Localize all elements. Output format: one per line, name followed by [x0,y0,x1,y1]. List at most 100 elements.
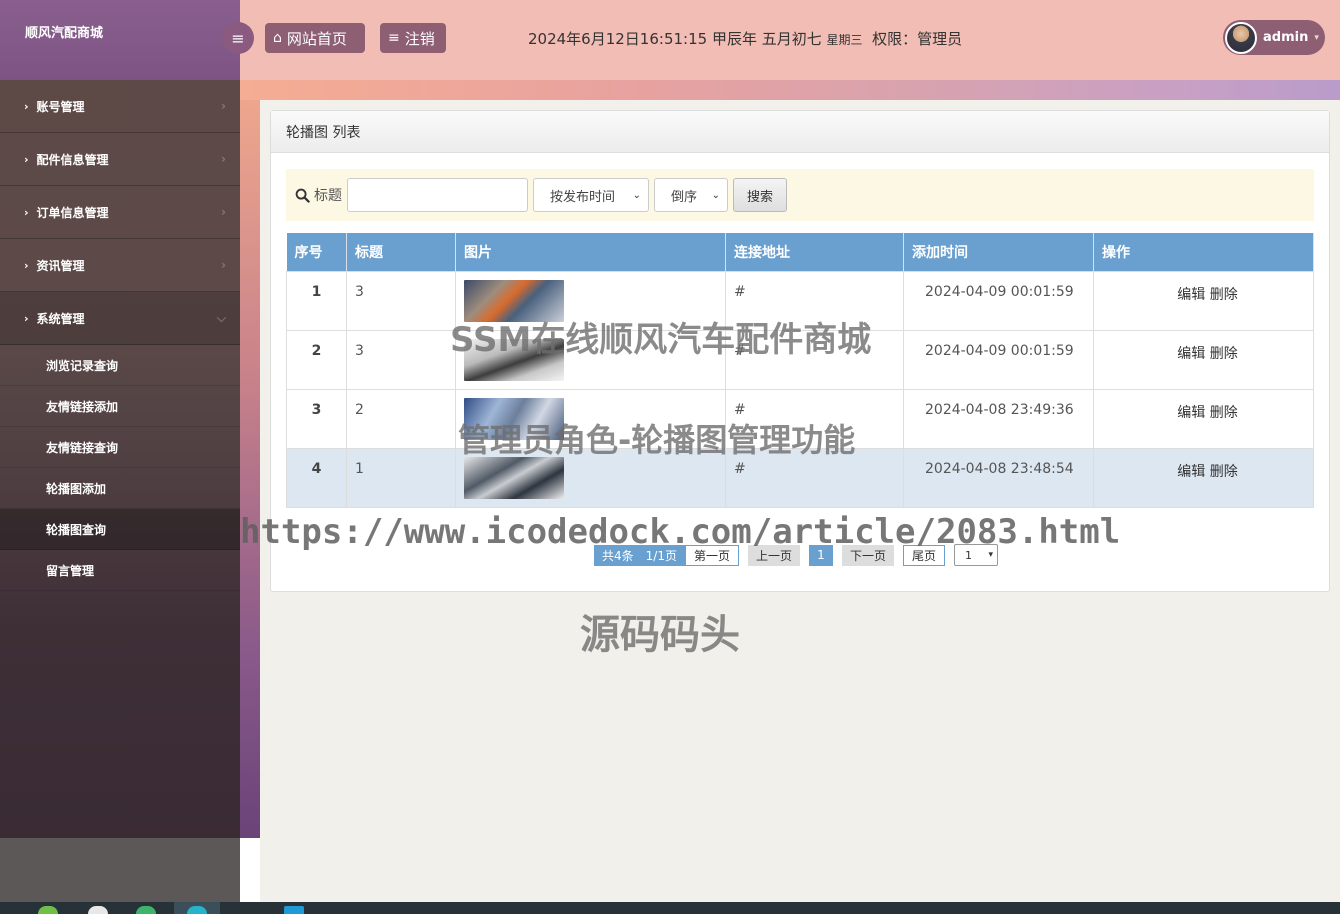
brand-title: 顺风汽配商城 [0,0,240,80]
col-header-ops: 操作 [1093,233,1314,271]
user-menu[interactable]: admin ▾ [1223,20,1325,55]
app-icon[interactable] [187,906,207,914]
chevron-right-icon: › [24,152,29,166]
avatar [1225,21,1257,54]
sidebar-item-account[interactable]: › 账号管理 › [0,80,240,133]
logout-button[interactable]: ≡ 注销 [380,23,446,53]
sort-field-value: 按发布时间 [550,189,616,205]
app-icon[interactable] [136,906,156,914]
sidebar-subitem-browse-history[interactable]: 浏览记录查询 [0,345,240,386]
sidebar-subitem-carousel-add[interactable]: 轮播图添加 [0,468,240,509]
cell-link: # [725,270,904,331]
sidebar-subitem-link-query[interactable]: 友情链接查询 [0,427,240,468]
cell-title: 3 [346,270,456,331]
sort-order-select[interactable]: 倒序 ⌄ [654,178,728,212]
cell-title: 3 [346,329,456,390]
panel-title: 轮播图 列表 [271,111,1329,153]
sidebar-item-news[interactable]: › 资讯管理 › [0,239,240,292]
sidebar-item-parts[interactable]: › 配件信息管理 › [0,133,240,186]
list-icon: ≡ [388,30,400,46]
carousel-table: 序号 标题 图片 连接地址 添加时间 操作 1 3 # 2024-04-09 0… [286,233,1314,508]
watermark-source: 源码码头 [580,612,740,658]
cell-num: 4 [286,447,347,508]
sidebar-subitem-carousel-query[interactable]: 轮播图查询 [0,509,240,550]
pager-prev-button[interactable]: 上一页 [747,544,800,566]
cell-ops: 编辑 删除 [1093,270,1314,331]
delete-link[interactable]: 删除 [1210,405,1238,421]
pagination: 共4条 1/1页 第一页 上一页 1 下一页 尾页 1 ▾ [594,544,999,566]
table-row: 4 1 # 2024-04-08 23:48:54 编辑 删除 [286,447,1314,508]
delete-link[interactable]: 删除 [1210,346,1238,362]
cell-ops: 编辑 删除 [1093,447,1314,508]
datetime-text: 2024年6月12日16:51:15 甲辰年 五月初七 [528,30,822,48]
cell-time: 2024-04-09 00:01:59 [903,329,1094,390]
sidebar-subitem-link-add[interactable]: 友情链接添加 [0,386,240,427]
sidebar-subitem-messages[interactable]: 留言管理 [0,550,240,591]
cell-image [455,447,726,508]
app-icon[interactable] [284,906,304,914]
edit-link[interactable]: 编辑 [1177,405,1205,421]
list-panel: 轮播图 列表 标题 按发布时间 ⌄ 倒序 ⌄ 搜索 序号 标题 图片 连接地址 … [270,110,1330,592]
edit-link[interactable]: 编辑 [1177,346,1205,362]
search-label-text: 标题 [314,188,342,204]
sidebar-item-label: 系统管理 [36,311,85,326]
cell-num: 1 [286,270,347,331]
col-header-num: 序号 [286,233,347,271]
sidebar-item-label: 账号管理 [36,99,85,114]
edit-link[interactable]: 编辑 [1177,464,1205,480]
search-button[interactable]: 搜索 [733,178,787,212]
cell-title: 2 [346,388,456,449]
chevron-right-icon: › [221,258,226,272]
menu-toggle-icon[interactable]: ≡ [222,22,254,54]
pager-next-button[interactable]: 下一页 [841,544,894,566]
role-text: 权限：管理员 [872,30,963,48]
col-header-image: 图片 [455,233,726,271]
carousel-thumbnail[interactable] [464,279,564,322]
home-icon: ⌂ [273,30,282,46]
col-header-link: 连接地址 [725,233,904,271]
table-header-row: 序号 标题 图片 连接地址 添加时间 操作 [286,233,1314,271]
cell-time: 2024-04-09 00:01:59 [903,270,1094,331]
cell-link: # [725,329,904,390]
pager-first-button[interactable]: 第一页 [684,544,739,566]
header-info: 2024年6月12日16:51:15 甲辰年 五月初七 星期三 权限：管理员 [528,28,962,49]
cell-image [455,270,726,331]
cell-image [455,388,726,449]
pager-select-value: 1 [965,548,973,562]
username: admin [1263,30,1309,45]
carousel-thumbnail[interactable] [464,338,564,381]
delete-link[interactable]: 删除 [1210,464,1238,480]
sidebar-item-system[interactable]: › 系统管理 ⌵ [0,292,240,345]
sort-order-value: 倒序 [671,189,698,205]
search-input[interactable] [347,178,528,212]
chevron-right-icon: › [221,99,226,113]
cell-time: 2024-04-08 23:49:36 [903,388,1094,449]
chevron-right-icon: › [24,99,29,113]
home-button[interactable]: ⌂ 网站首页 [265,23,365,53]
logout-button-label: 注销 [404,29,435,48]
chevron-down-icon: ▾ [988,550,994,560]
chevron-down-icon: ⌄ [632,189,641,201]
pager-page-select[interactable]: 1 ▾ [954,544,999,566]
decorative-strip [240,80,260,838]
table-row: 1 3 # 2024-04-09 00:01:59 编辑 删除 [286,270,1314,331]
sidebar: 顺风汽配商城 › 账号管理 › › 配件信息管理 › › 订单信息管理 › › … [0,0,240,838]
app-icon[interactable] [38,906,58,914]
table-row: 2 3 # 2024-04-09 00:01:59 编辑 删除 [286,329,1314,390]
sort-field-select[interactable]: 按发布时间 ⌄ [533,178,649,212]
cell-ops: 编辑 删除 [1093,329,1314,390]
chevron-right-icon: › [24,258,29,272]
delete-link[interactable]: 删除 [1210,287,1238,303]
cell-image [455,329,726,390]
app-icon[interactable] [88,906,108,914]
carousel-thumbnail[interactable] [464,397,564,440]
table-row: 3 2 # 2024-04-08 23:49:36 编辑 删除 [286,388,1314,449]
sidebar-item-orders[interactable]: › 订单信息管理 › [0,186,240,239]
edit-link[interactable]: 编辑 [1177,287,1205,303]
pager-current-page[interactable]: 1 [808,544,833,566]
pager-last-button[interactable]: 尾页 [903,544,946,566]
chevron-down-icon: ⌵ [216,310,226,325]
chevron-right-icon: › [24,205,29,219]
search-label: 标题 [295,185,342,205]
carousel-thumbnail[interactable] [464,456,564,499]
